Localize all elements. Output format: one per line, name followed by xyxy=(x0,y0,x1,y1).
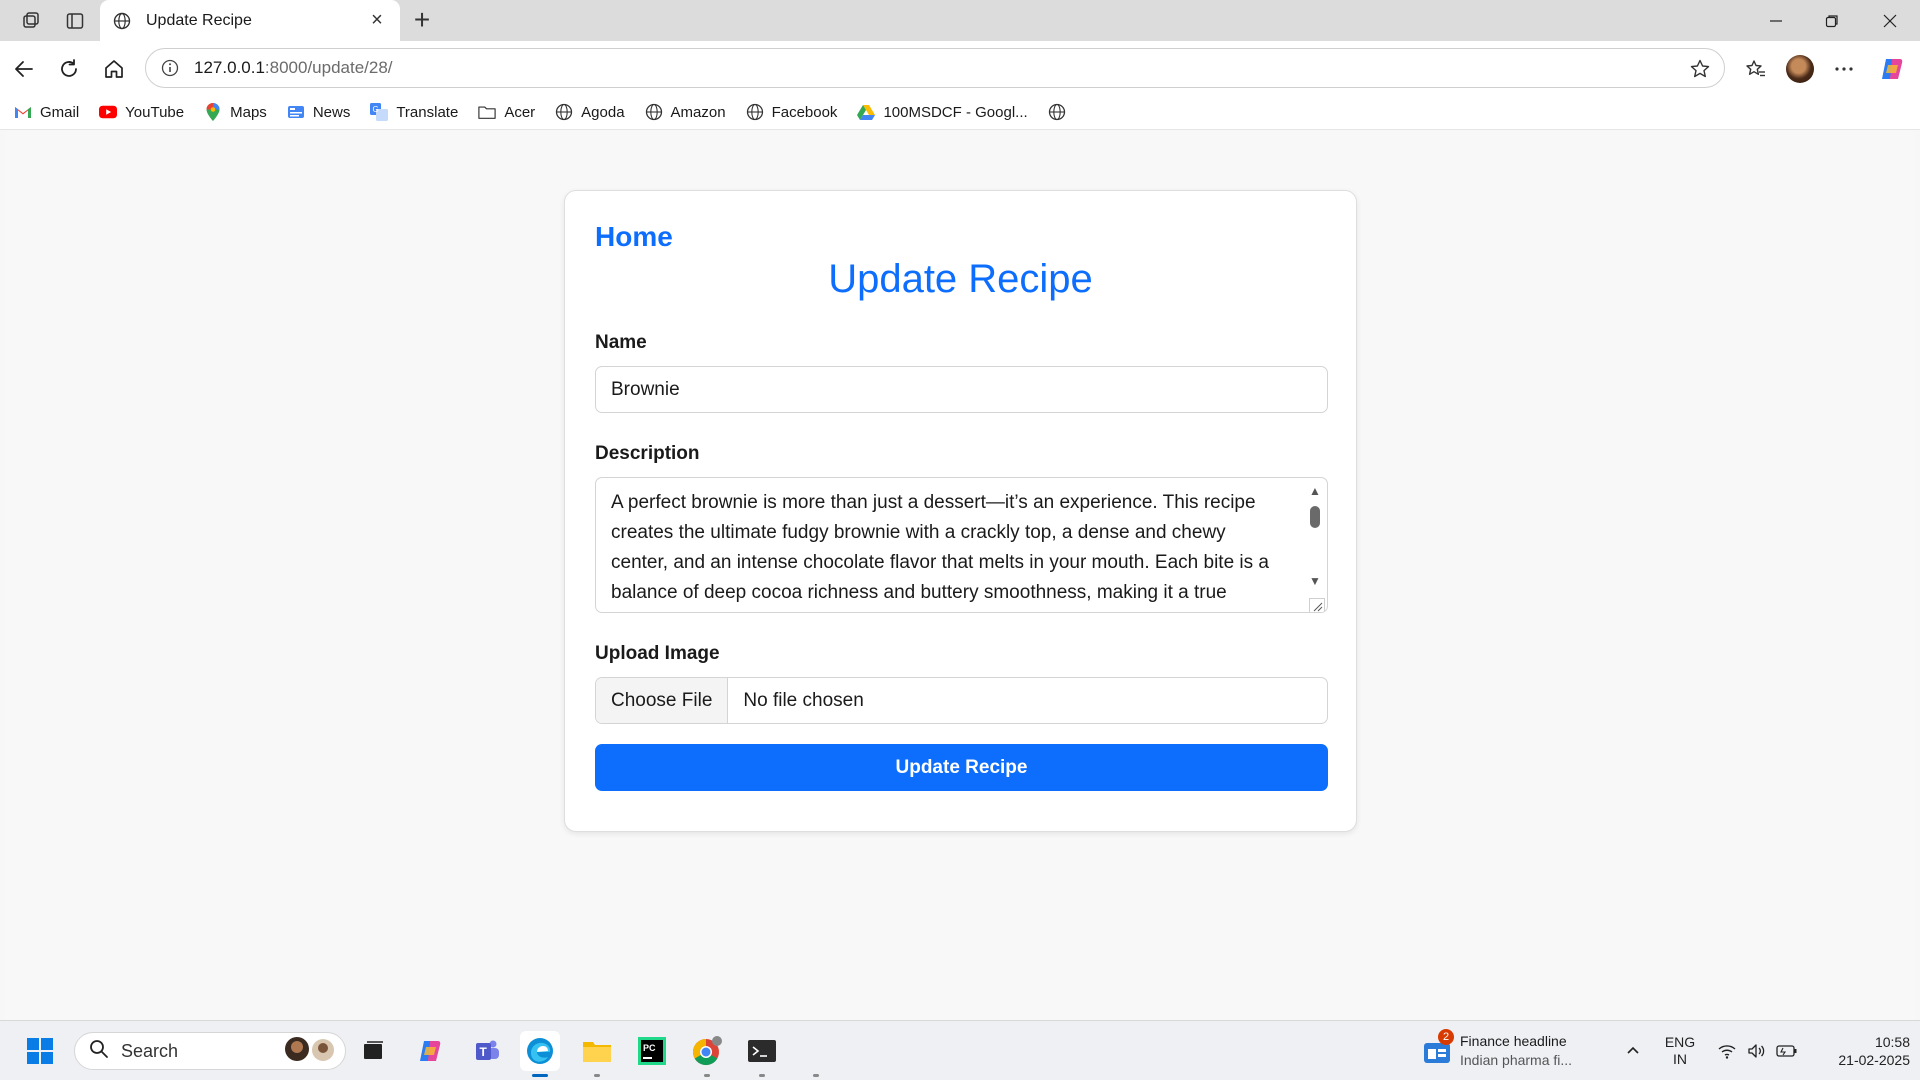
gmail-icon xyxy=(14,103,32,121)
overflow-indicator[interactable] xyxy=(796,1031,836,1077)
pycharm-icon[interactable]: PC xyxy=(632,1031,672,1071)
bookmark-extra[interactable] xyxy=(1048,103,1074,121)
name-label: Name xyxy=(595,332,647,353)
upload-image-label: Upload Image xyxy=(595,643,720,664)
page-title: Update Recipe xyxy=(828,257,1093,301)
search-icon xyxy=(89,1039,109,1064)
maps-icon xyxy=(204,103,222,121)
search-placeholder: Search xyxy=(121,1040,179,1061)
bookmark-translate[interactable]: G Translate xyxy=(370,103,458,121)
terminal-icon[interactable] xyxy=(742,1031,782,1077)
svg-text:T: T xyxy=(480,1045,488,1059)
bookmark-facebook[interactable]: Facebook xyxy=(746,103,837,121)
bookmark-maps[interactable]: Maps xyxy=(204,103,267,121)
news-widget[interactable]: 2 Finance headline Indian pharma fi... xyxy=(1420,1029,1590,1073)
url-text[interactable]: 127.0.0.1:8000/update/28/ xyxy=(194,58,393,78)
resize-handle-icon[interactable] xyxy=(1309,594,1325,612)
bookmarks-bar: Gmail YouTube Maps News G Translate Acer xyxy=(0,95,1920,130)
browser-toolbar: 127.0.0.1:8000/update/28/ xyxy=(0,41,1920,95)
news-badge: 2 xyxy=(1438,1029,1454,1045)
choose-file-button[interactable]: Choose File xyxy=(596,678,729,723)
globe-icon xyxy=(555,103,573,121)
update-recipe-button[interactable]: Update Recipe xyxy=(595,744,1328,791)
bookmark-youtube[interactable]: YouTube xyxy=(99,103,184,121)
site-info-icon[interactable] xyxy=(160,58,180,78)
more-options-icon[interactable] xyxy=(1826,51,1862,87)
close-window-icon[interactable] xyxy=(1862,0,1918,41)
address-bar[interactable]: 127.0.0.1:8000/update/28/ xyxy=(145,48,1725,88)
description-label: Description xyxy=(595,443,700,464)
description-text: A perfect brownie is more than just a de… xyxy=(611,492,1269,603)
copilot-icon[interactable] xyxy=(1874,51,1910,87)
translate-icon: G xyxy=(370,103,389,121)
update-recipe-card: Home Update Recipe Name Brownie Descript… xyxy=(564,190,1357,832)
page-content: Home Update Recipe Name Brownie Descript… xyxy=(5,131,1915,1019)
folder-icon xyxy=(478,103,496,121)
restore-icon[interactable] xyxy=(1804,0,1860,41)
vertical-tabs-icon[interactable] xyxy=(60,6,90,36)
refresh-icon[interactable] xyxy=(51,51,87,87)
system-clock[interactable]: 10:58 21-02-2025 xyxy=(1810,1033,1910,1069)
name-input[interactable]: Brownie xyxy=(595,366,1328,413)
tab-title: Update Recipe xyxy=(146,11,252,29)
file-explorer-icon[interactable] xyxy=(577,1031,617,1077)
back-icon[interactable] xyxy=(6,51,42,87)
bookmark-agoda[interactable]: Agoda xyxy=(555,103,625,121)
bookmark-drive[interactable]: 100MSDCF - Googl... xyxy=(857,103,1028,121)
minimize-icon[interactable] xyxy=(1748,0,1804,41)
close-tab-icon[interactable]: × xyxy=(366,9,388,32)
start-windows-icon[interactable] xyxy=(20,1031,60,1071)
teams-icon[interactable]: T xyxy=(467,1031,507,1071)
workspaces-icon[interactable] xyxy=(16,6,46,36)
volume-icon[interactable] xyxy=(1744,1031,1770,1071)
clock-time: 10:58 xyxy=(1874,1034,1910,1050)
news-subtitle: Indian pharma fi... xyxy=(1460,1052,1573,1068)
scrollbar-thumb[interactable] xyxy=(1310,506,1320,528)
globe-icon xyxy=(112,11,132,31)
bookmark-gmail[interactable]: Gmail xyxy=(14,103,79,121)
edge-icon[interactable] xyxy=(520,1031,560,1077)
language-indicator[interactable]: ENG IN xyxy=(1662,1031,1698,1071)
file-status-text: No file chosen xyxy=(743,689,864,711)
news-title: Finance headline xyxy=(1460,1033,1567,1049)
clock-date: 21-02-2025 xyxy=(1838,1052,1910,1068)
globe-icon xyxy=(1048,103,1066,121)
browser-titlebar: Update Recipe × + xyxy=(0,0,1920,41)
copilot-taskbar-icon[interactable] xyxy=(410,1031,450,1071)
task-view-icon[interactable] xyxy=(353,1031,393,1071)
bookmark-amazon[interactable]: Amazon xyxy=(645,103,726,121)
scroll-up-icon[interactable]: ▲ xyxy=(1308,484,1322,498)
new-tab-button[interactable]: + xyxy=(406,4,438,36)
chevron-up-icon[interactable] xyxy=(1618,1031,1648,1071)
description-textarea[interactable]: A perfect brownie is more than just a de… xyxy=(595,477,1328,613)
battery-icon[interactable] xyxy=(1774,1031,1800,1071)
active-tab[interactable]: Update Recipe × xyxy=(100,0,400,41)
wifi-icon[interactable] xyxy=(1714,1031,1740,1071)
image-file-input[interactable]: Choose File No file chosen xyxy=(595,677,1328,724)
taskbar-search[interactable]: Search xyxy=(74,1032,346,1070)
home-icon[interactable] xyxy=(96,51,132,87)
search-highlight-icon xyxy=(283,1034,337,1069)
svg-text:PC: PC xyxy=(643,1043,656,1053)
windows-taskbar: Search T PC 2 Finance headline Indian ph… xyxy=(0,1020,1920,1080)
drive-icon xyxy=(857,103,876,121)
scroll-down-icon[interactable]: ▼ xyxy=(1308,574,1322,588)
globe-icon xyxy=(746,103,764,121)
profile-avatar[interactable] xyxy=(1782,51,1818,87)
news-icon xyxy=(1424,1041,1450,1068)
globe-icon xyxy=(645,103,663,121)
bookmark-news[interactable]: News xyxy=(287,103,350,121)
favorite-star-icon[interactable] xyxy=(1688,57,1712,81)
svg-text:G: G xyxy=(373,105,379,114)
bookmark-acer[interactable]: Acer xyxy=(478,103,535,121)
news-icon xyxy=(287,103,305,121)
home-link[interactable]: Home xyxy=(595,221,673,253)
youtube-icon xyxy=(99,103,118,121)
favorites-icon[interactable] xyxy=(1738,51,1774,87)
chrome-icon[interactable] xyxy=(687,1031,727,1077)
